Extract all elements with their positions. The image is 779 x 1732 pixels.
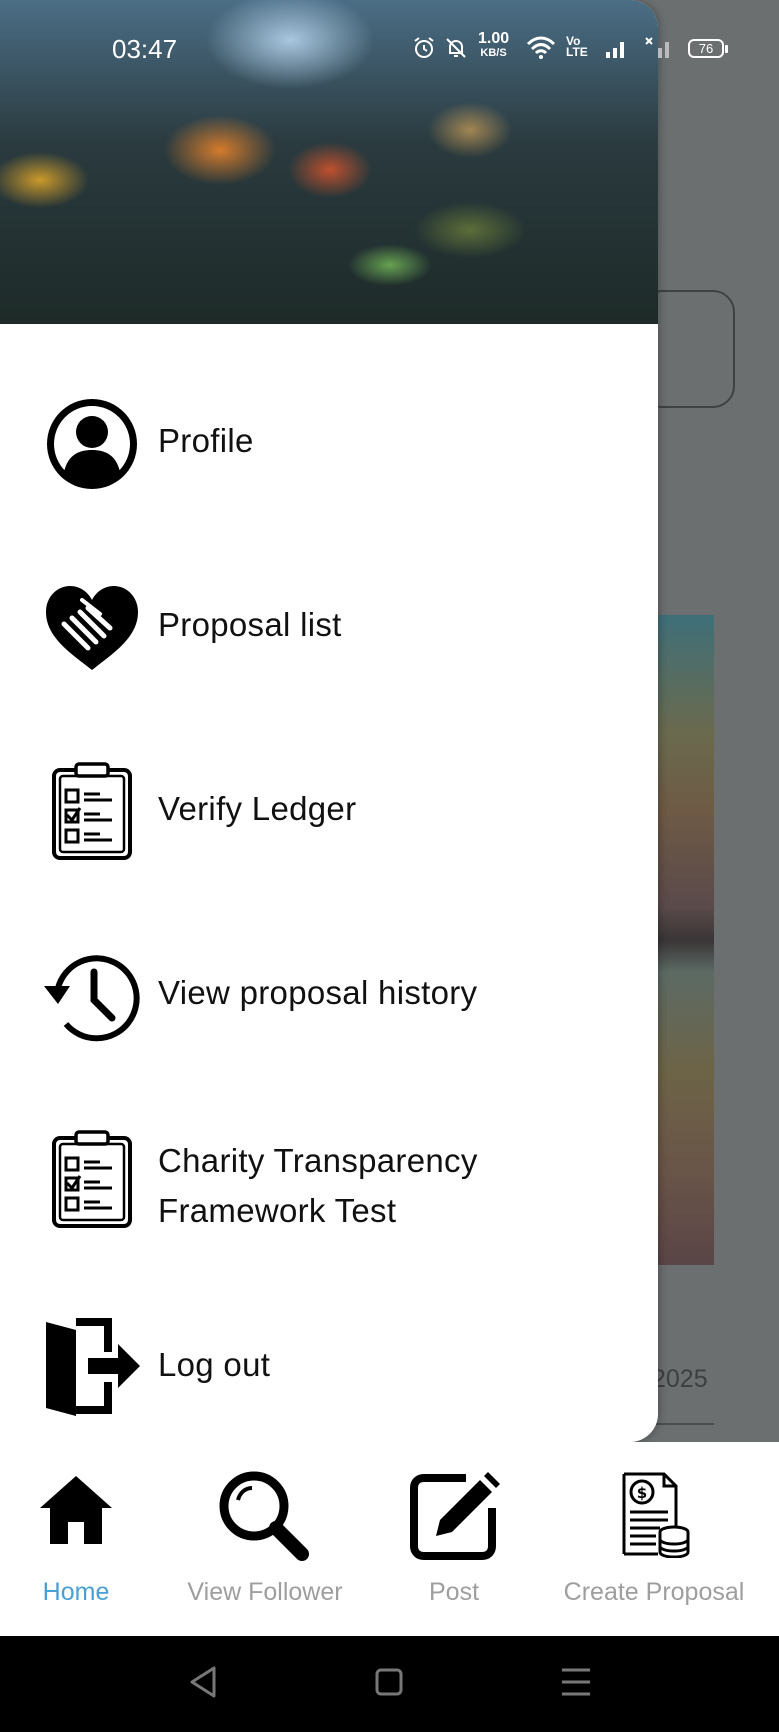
back-icon[interactable] (188, 1664, 218, 1700)
status-bar: 03:47 1.00 KB/S Vo LTE 76 (0, 0, 779, 96)
nav-item-view-follower[interactable]: View Follower (166, 1442, 364, 1636)
status-time: 03:47 (112, 34, 178, 64)
invoice-coins-icon: $ (622, 1472, 690, 1558)
drawer-item-label: Profile (158, 422, 254, 459)
navigation-drawer: Profile Proposal list Verify Ledger View… (0, 0, 658, 1442)
battery-indicator: 76 (688, 39, 728, 58)
system-navigation-bar (0, 1636, 779, 1732)
nav-label-create-proposal: Create Proposal (563, 1578, 745, 1606)
signal-secondary-icon (645, 37, 669, 58)
notifications-off-icon (446, 38, 466, 58)
drawer-item-label: Log out (158, 1346, 271, 1383)
background-post-date: 2025 (652, 1365, 708, 1393)
nav-label-home: Home (42, 1578, 110, 1606)
nav-item-post[interactable]: Post (396, 1442, 512, 1636)
svg-text:$: $ (637, 1484, 647, 1502)
home-square-icon[interactable] (374, 1664, 404, 1700)
clipboard-checklist-icon (52, 762, 132, 860)
drawer-item-charity-transparency-framework-test[interactable]: Charity Transparency Framework Test (0, 1118, 658, 1238)
drawer-item-view-proposal-history[interactable]: View proposal history (0, 934, 658, 1054)
nav-item-home[interactable]: Home (10, 1442, 142, 1636)
drawer-item-label: Charity Transparency Framework Test (158, 1136, 478, 1236)
drawer-item-label-line2: Framework Test (158, 1192, 397, 1229)
drawer-item-label: Proposal list (158, 606, 342, 643)
drawer-item-verify-ledger[interactable]: Verify Ledger (0, 750, 658, 870)
history-icon (44, 955, 140, 1042)
network-speed-unit: KB/S (480, 47, 507, 59)
edit-icon (410, 1472, 500, 1560)
drawer-item-proposal-list[interactable]: Proposal list (0, 566, 658, 686)
volte-subtext: LTE (566, 45, 588, 59)
wifi-icon (526, 36, 556, 59)
recents-menu-icon[interactable] (560, 1664, 592, 1700)
drawer-item-profile[interactable]: Profile (0, 382, 658, 502)
network-speed-value: 1.00 (478, 30, 510, 47)
home-icon (40, 1476, 112, 1544)
drawer-item-label: Verify Ledger (158, 790, 357, 827)
bottom-navigation-bar: Home View Follower Post $ Create Proposa… (0, 1442, 779, 1636)
drawer-item-label: View proposal history (158, 974, 478, 1011)
signal-icon (606, 42, 624, 58)
heart-handshake-icon (46, 586, 138, 670)
nav-item-create-proposal[interactable]: $ Create Proposal (548, 1442, 760, 1636)
profile-icon (47, 399, 137, 489)
search-icon (219, 1471, 309, 1561)
clipboard-checklist-icon (52, 1130, 132, 1228)
drawer-item-label-line1: Charity Transparency (158, 1142, 478, 1179)
logout-icon (46, 1318, 140, 1416)
nav-label-view-follower: View Follower (187, 1578, 343, 1606)
alarm-icon (414, 37, 434, 58)
volte-indicator: Vo LTE (566, 35, 588, 59)
network-speed: 1.00 KB/S (478, 30, 510, 60)
nav-label-post: Post (428, 1578, 480, 1606)
drawer-item-log-out[interactable]: Log out (0, 1306, 658, 1426)
background-post-image (657, 615, 714, 1265)
